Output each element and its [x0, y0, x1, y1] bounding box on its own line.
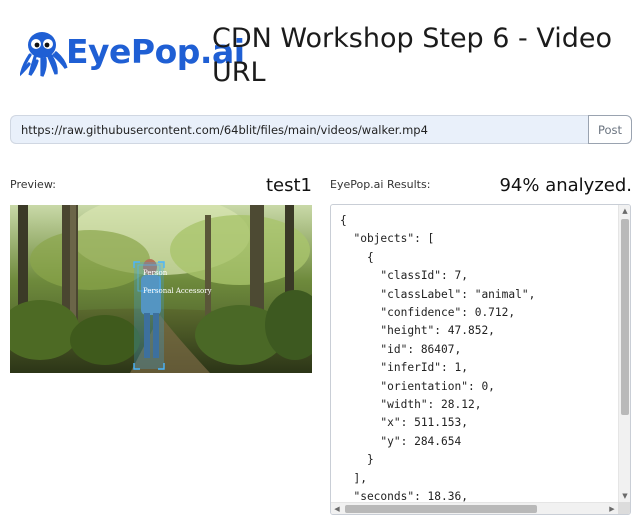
- post-button[interactable]: Post: [588, 115, 632, 144]
- video-preview[interactable]: Person Personal Accessory: [10, 205, 312, 373]
- json-line: "orientation": 0,: [340, 379, 495, 393]
- video-url-input[interactable]: [10, 115, 588, 144]
- json-line: "x": 511.153,: [340, 416, 468, 430]
- json-line: "height": 47.852,: [340, 324, 495, 338]
- json-line: {: [340, 214, 347, 227]
- vertical-scrollbar-thumb[interactable]: [621, 219, 629, 415]
- horizontal-scrollbar-thumb[interactable]: [345, 505, 537, 513]
- json-line: "classId": 7,: [340, 269, 468, 283]
- json-line: "y": 284.654: [340, 434, 462, 448]
- horizontal-scrollbar[interactable]: ◀ ▶: [331, 502, 618, 514]
- page-title: CDN Workshop Step 6 - Video URL: [212, 23, 613, 88]
- url-form: Post: [10, 115, 632, 144]
- json-line: ],: [340, 471, 367, 485]
- json-line: "width": 28.12,: [340, 398, 482, 412]
- scroll-right-icon[interactable]: ▶: [608, 505, 616, 513]
- results-status: 94% analyzed.: [499, 175, 632, 196]
- json-line: }: [340, 453, 374, 467]
- results-json-panel[interactable]: { "objects": [ { "classId": 7, "classLab…: [330, 204, 631, 515]
- preview-label: Preview:: [10, 178, 56, 191]
- json-line: "id": 86407,: [340, 342, 462, 356]
- scrollbar-corner: [618, 502, 630, 514]
- json-line: "objects": [: [340, 232, 435, 246]
- scroll-left-icon[interactable]: ◀: [333, 505, 341, 513]
- json-line: "confidence": 0.712,: [340, 306, 516, 320]
- json-line: "inferId": 1,: [340, 361, 468, 375]
- scroll-up-icon[interactable]: ▲: [621, 207, 629, 215]
- results-json-code: { "objects": [ { "classId": 7, "classLab…: [340, 212, 535, 507]
- page-header: EyePop.ai CDN Workshop Step 6 - Video UR…: [18, 22, 628, 92]
- eyepop-logo: EyePop.ai: [20, 28, 245, 78]
- json-line: {: [340, 250, 374, 264]
- vertical-scrollbar[interactable]: ▲ ▼: [618, 205, 630, 502]
- results-label: EyePop.ai Results:: [330, 178, 431, 191]
- detection-label-accessory: Personal Accessory: [143, 287, 212, 295]
- json-line: "classLabel": "animal",: [340, 287, 536, 301]
- preview-status: test1: [265, 175, 312, 196]
- octopus-icon: [20, 32, 68, 77]
- detection-label-person: Person: [143, 269, 168, 277]
- scroll-down-icon[interactable]: ▼: [621, 492, 629, 500]
